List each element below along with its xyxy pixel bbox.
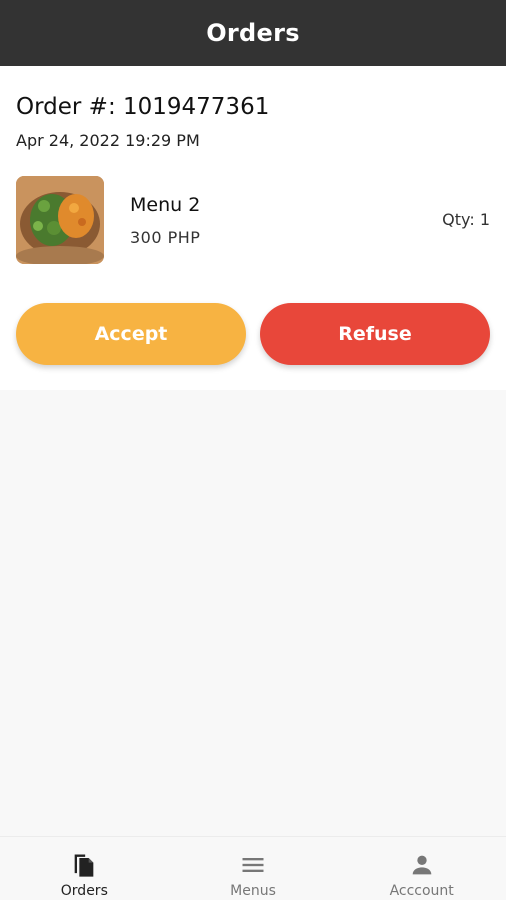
menu-lines-icon	[242, 858, 264, 872]
nav-item-orders[interactable]: Orders	[0, 837, 169, 900]
order-number: Order #: 1019477361	[16, 94, 270, 120]
bottom-navigation: Orders Menus Acccount	[0, 836, 506, 900]
nav-item-menus[interactable]: Menus	[169, 837, 338, 900]
food-photo	[16, 176, 104, 264]
order-item-row: Menu 2 300 PHP Qty: 1	[16, 174, 490, 266]
nav-label-menus: Menus	[230, 883, 276, 899]
order-date: Apr 24, 2022 19:29 PM	[16, 131, 200, 150]
refuse-button[interactable]: Refuse	[260, 303, 490, 365]
nav-label-account: Acccount	[389, 883, 454, 899]
app-root: Orders Order #: 1019477361 Apr 24, 2022 …	[0, 0, 506, 900]
item-price: 300 PHP	[130, 228, 201, 247]
app-bar: Orders	[0, 0, 506, 66]
item-name: Menu 2	[130, 194, 201, 216]
accept-button[interactable]: Accept	[16, 303, 246, 365]
order-card: Order #: 1019477361 Apr 24, 2022 19:29 P…	[0, 66, 506, 390]
page-title: Orders	[206, 19, 300, 47]
nav-item-account[interactable]: Acccount	[337, 837, 506, 900]
person-icon	[412, 855, 432, 875]
item-quantity: Qty: 1	[442, 210, 490, 229]
nav-label-orders: Orders	[60, 883, 108, 899]
document-copy-icon	[74, 854, 94, 877]
